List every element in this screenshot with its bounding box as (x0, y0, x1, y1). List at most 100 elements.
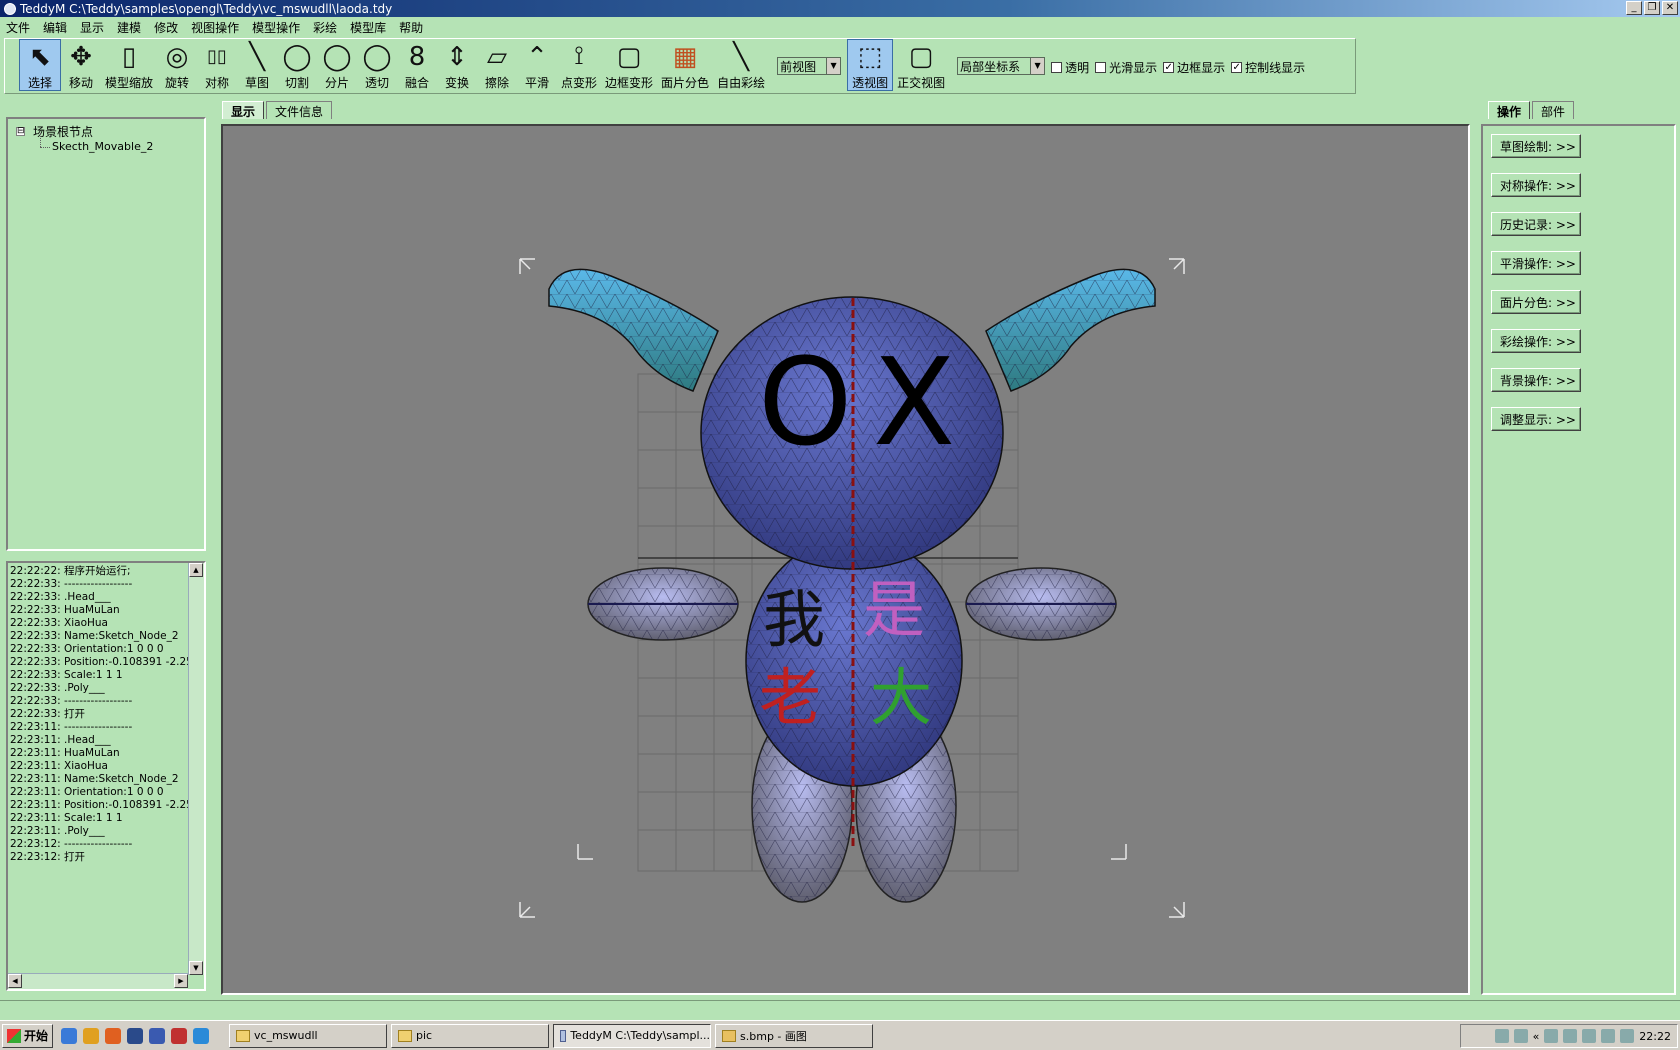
tool-erase[interactable]: ▱ 擦除 (477, 39, 517, 91)
tool-frame-deform[interactable]: ▢ 边框变形 (601, 39, 657, 91)
task-teddym[interactable]: TeddyM C:\Teddy\sampl... (553, 1023, 712, 1048)
scroll-left-icon[interactable]: ◀ (8, 974, 22, 988)
tab-display[interactable]: 显示 (222, 101, 265, 119)
scroll-up-icon[interactable]: ▲ (189, 563, 203, 577)
log-horizontal-scrollbar[interactable]: ◀ ▶ (8, 973, 188, 989)
tray-expand-icon[interactable]: « (1533, 1030, 1540, 1043)
tool-move[interactable]: ✥ 移动 (61, 39, 101, 91)
task-vc-mswudll[interactable]: vc_mswudll (229, 1023, 388, 1048)
paint-op-button[interactable]: 彩绘操作: >> (1491, 329, 1581, 353)
close-button[interactable]: ✕ (1662, 1, 1678, 15)
volume-icon[interactable] (1582, 1029, 1597, 1043)
task-pic[interactable]: pic (391, 1023, 550, 1048)
background-op-button[interactable]: 背景操作: >> (1491, 368, 1581, 392)
menu-help[interactable]: 帮助 (399, 19, 423, 36)
smooth-op-button[interactable]: 平滑操作: >> (1491, 251, 1581, 275)
checkbox-box[interactable]: ✓ (1163, 62, 1175, 73)
start-button[interactable]: 开始 (2, 1023, 54, 1048)
tool-split[interactable]: ◯ 分片 (317, 39, 357, 91)
chevron-down-icon[interactable]: ▼ (826, 58, 841, 74)
tree-node-sketch[interactable]: Skecth_Movable_2 (52, 140, 153, 153)
tool-scale[interactable]: ▯ 模型缩放 (101, 39, 157, 91)
coord-system-select[interactable]: 局部坐标系 ▼ (957, 57, 1046, 75)
tool-label: 切割 (285, 76, 310, 90)
view-select[interactable]: 前视图 ▼ (777, 57, 842, 75)
tool-select[interactable]: ⬉ 选择 (19, 39, 61, 91)
menu-paint[interactable]: 彩绘 (313, 19, 337, 36)
tool-merge[interactable]: 8 融合 (397, 39, 437, 91)
tool-cut[interactable]: ◯ 切割 (277, 39, 317, 91)
network-icon[interactable] (1544, 1029, 1559, 1043)
tree-connector (40, 133, 41, 147)
menu-display[interactable]: 显示 (80, 19, 104, 36)
menu-modeling[interactable]: 建模 (117, 19, 141, 36)
tool-free-paint[interactable]: ╲ 自由彩绘 (713, 39, 769, 91)
menu-model-ops[interactable]: 模型操作 (252, 19, 300, 36)
app-icon (4, 2, 16, 15)
viewport-canvas[interactable]: O X 我 是 老 大 (223, 126, 1468, 993)
symmetry-op-button[interactable]: 对称操作: >> (1491, 173, 1581, 197)
ortho-view-button[interactable]: ▢ 正交视图 (893, 39, 949, 91)
tab-operations[interactable]: 操作 (1488, 101, 1531, 119)
tool-sketch[interactable]: ╲ 草图 (237, 39, 277, 91)
menu-edit[interactable]: 编辑 (43, 19, 67, 36)
sketch-draw-button[interactable]: 草图绘制: >> (1491, 134, 1581, 158)
control-line-checkbox[interactable]: ✓ 控制线显示 (1231, 59, 1305, 76)
scroll-down-icon[interactable]: ▼ (189, 961, 203, 975)
perspective-view-button[interactable]: ⬚ 透视图 (847, 39, 894, 91)
checkbox-box[interactable] (1095, 62, 1107, 73)
antivirus-icon[interactable] (1620, 1029, 1635, 1043)
history-button[interactable]: 历史记录: >> (1491, 212, 1581, 236)
tool-through-cut[interactable]: ◯ 透切 (357, 39, 397, 91)
smooth-icon: ⌃ (526, 41, 548, 72)
qq-penguin-icon[interactable] (83, 1027, 100, 1044)
tree-root-node[interactable]: ⊟ 场景根节点 (16, 123, 93, 140)
tray-app-icon[interactable] (1563, 1029, 1578, 1043)
frame-display-checkbox[interactable]: ✓ 边框显示 (1163, 59, 1225, 76)
status-bar (0, 1000, 1680, 1018)
quick-launch-icon[interactable] (61, 1027, 78, 1044)
app-icon[interactable] (171, 1027, 188, 1044)
log-vertical-scrollbar[interactable]: ▲ ▼ (188, 563, 204, 975)
checkbox-box[interactable] (1051, 62, 1063, 73)
shield-icon[interactable] (127, 1027, 144, 1044)
app-icon[interactable] (149, 1027, 166, 1044)
folder-icon (236, 1029, 251, 1042)
menu-view-ops[interactable]: 视图操作 (191, 19, 239, 36)
menu-file[interactable]: 文件 (6, 19, 30, 36)
task-paint[interactable]: s.bmp - 画图 (715, 1023, 874, 1048)
scroll-right-icon[interactable]: ▶ (174, 974, 188, 988)
model-horn-right (985, 268, 1156, 392)
maximize-button[interactable]: ❐ (1644, 1, 1660, 15)
collapse-icon[interactable]: ⊟ (16, 127, 25, 136)
menu-model-library[interactable]: 模型库 (350, 19, 386, 36)
face-color-op-button[interactable]: 面片分色: >> (1491, 290, 1581, 314)
chevron-down-icon[interactable]: ▼ (1030, 58, 1045, 74)
tool-label: 平滑 (525, 76, 550, 90)
adjust-display-button[interactable]: 调整显示: >> (1491, 407, 1581, 431)
minimize-button[interactable]: _ (1626, 1, 1642, 15)
help-icon[interactable] (1513, 1029, 1528, 1043)
tool-transform[interactable]: ⇕ 变换 (437, 39, 477, 91)
tool-smooth[interactable]: ⌃ 平滑 (517, 39, 557, 91)
tool-rotate[interactable]: ◎ 旋转 (157, 39, 197, 91)
smooth-display-checkbox[interactable]: 光滑显示 (1095, 59, 1157, 76)
tool-symmetry[interactable]: ▯▯ 对称 (197, 39, 237, 91)
tool-label: 移动 (68, 76, 93, 90)
checkbox-box[interactable]: ✓ (1231, 62, 1243, 73)
tool-point-deform[interactable]: ⟟ 点变形 (557, 39, 601, 91)
transparent-checkbox[interactable]: 透明 (1051, 59, 1089, 76)
security-icon[interactable] (1601, 1029, 1616, 1043)
keyboard-icon[interactable] (1494, 1029, 1509, 1043)
firefox-icon[interactable] (105, 1027, 122, 1044)
ie-icon[interactable] (193, 1027, 210, 1044)
tab-file-info[interactable]: 文件信息 (266, 101, 333, 119)
tab-parts[interactable]: 部件 (1532, 101, 1575, 119)
tool-face-color[interactable]: ▦ 面片分色 (657, 39, 713, 91)
log-line: 22:22:33: Orientation:1 0 0 0 (10, 643, 164, 655)
model-arm-left (587, 567, 739, 641)
menu-modify[interactable]: 修改 (154, 19, 178, 36)
3d-viewport[interactable]: O X 我 是 老 大 (221, 124, 1470, 995)
point-deform-icon: ⟟ (574, 41, 584, 71)
task-label: pic (416, 1029, 433, 1042)
